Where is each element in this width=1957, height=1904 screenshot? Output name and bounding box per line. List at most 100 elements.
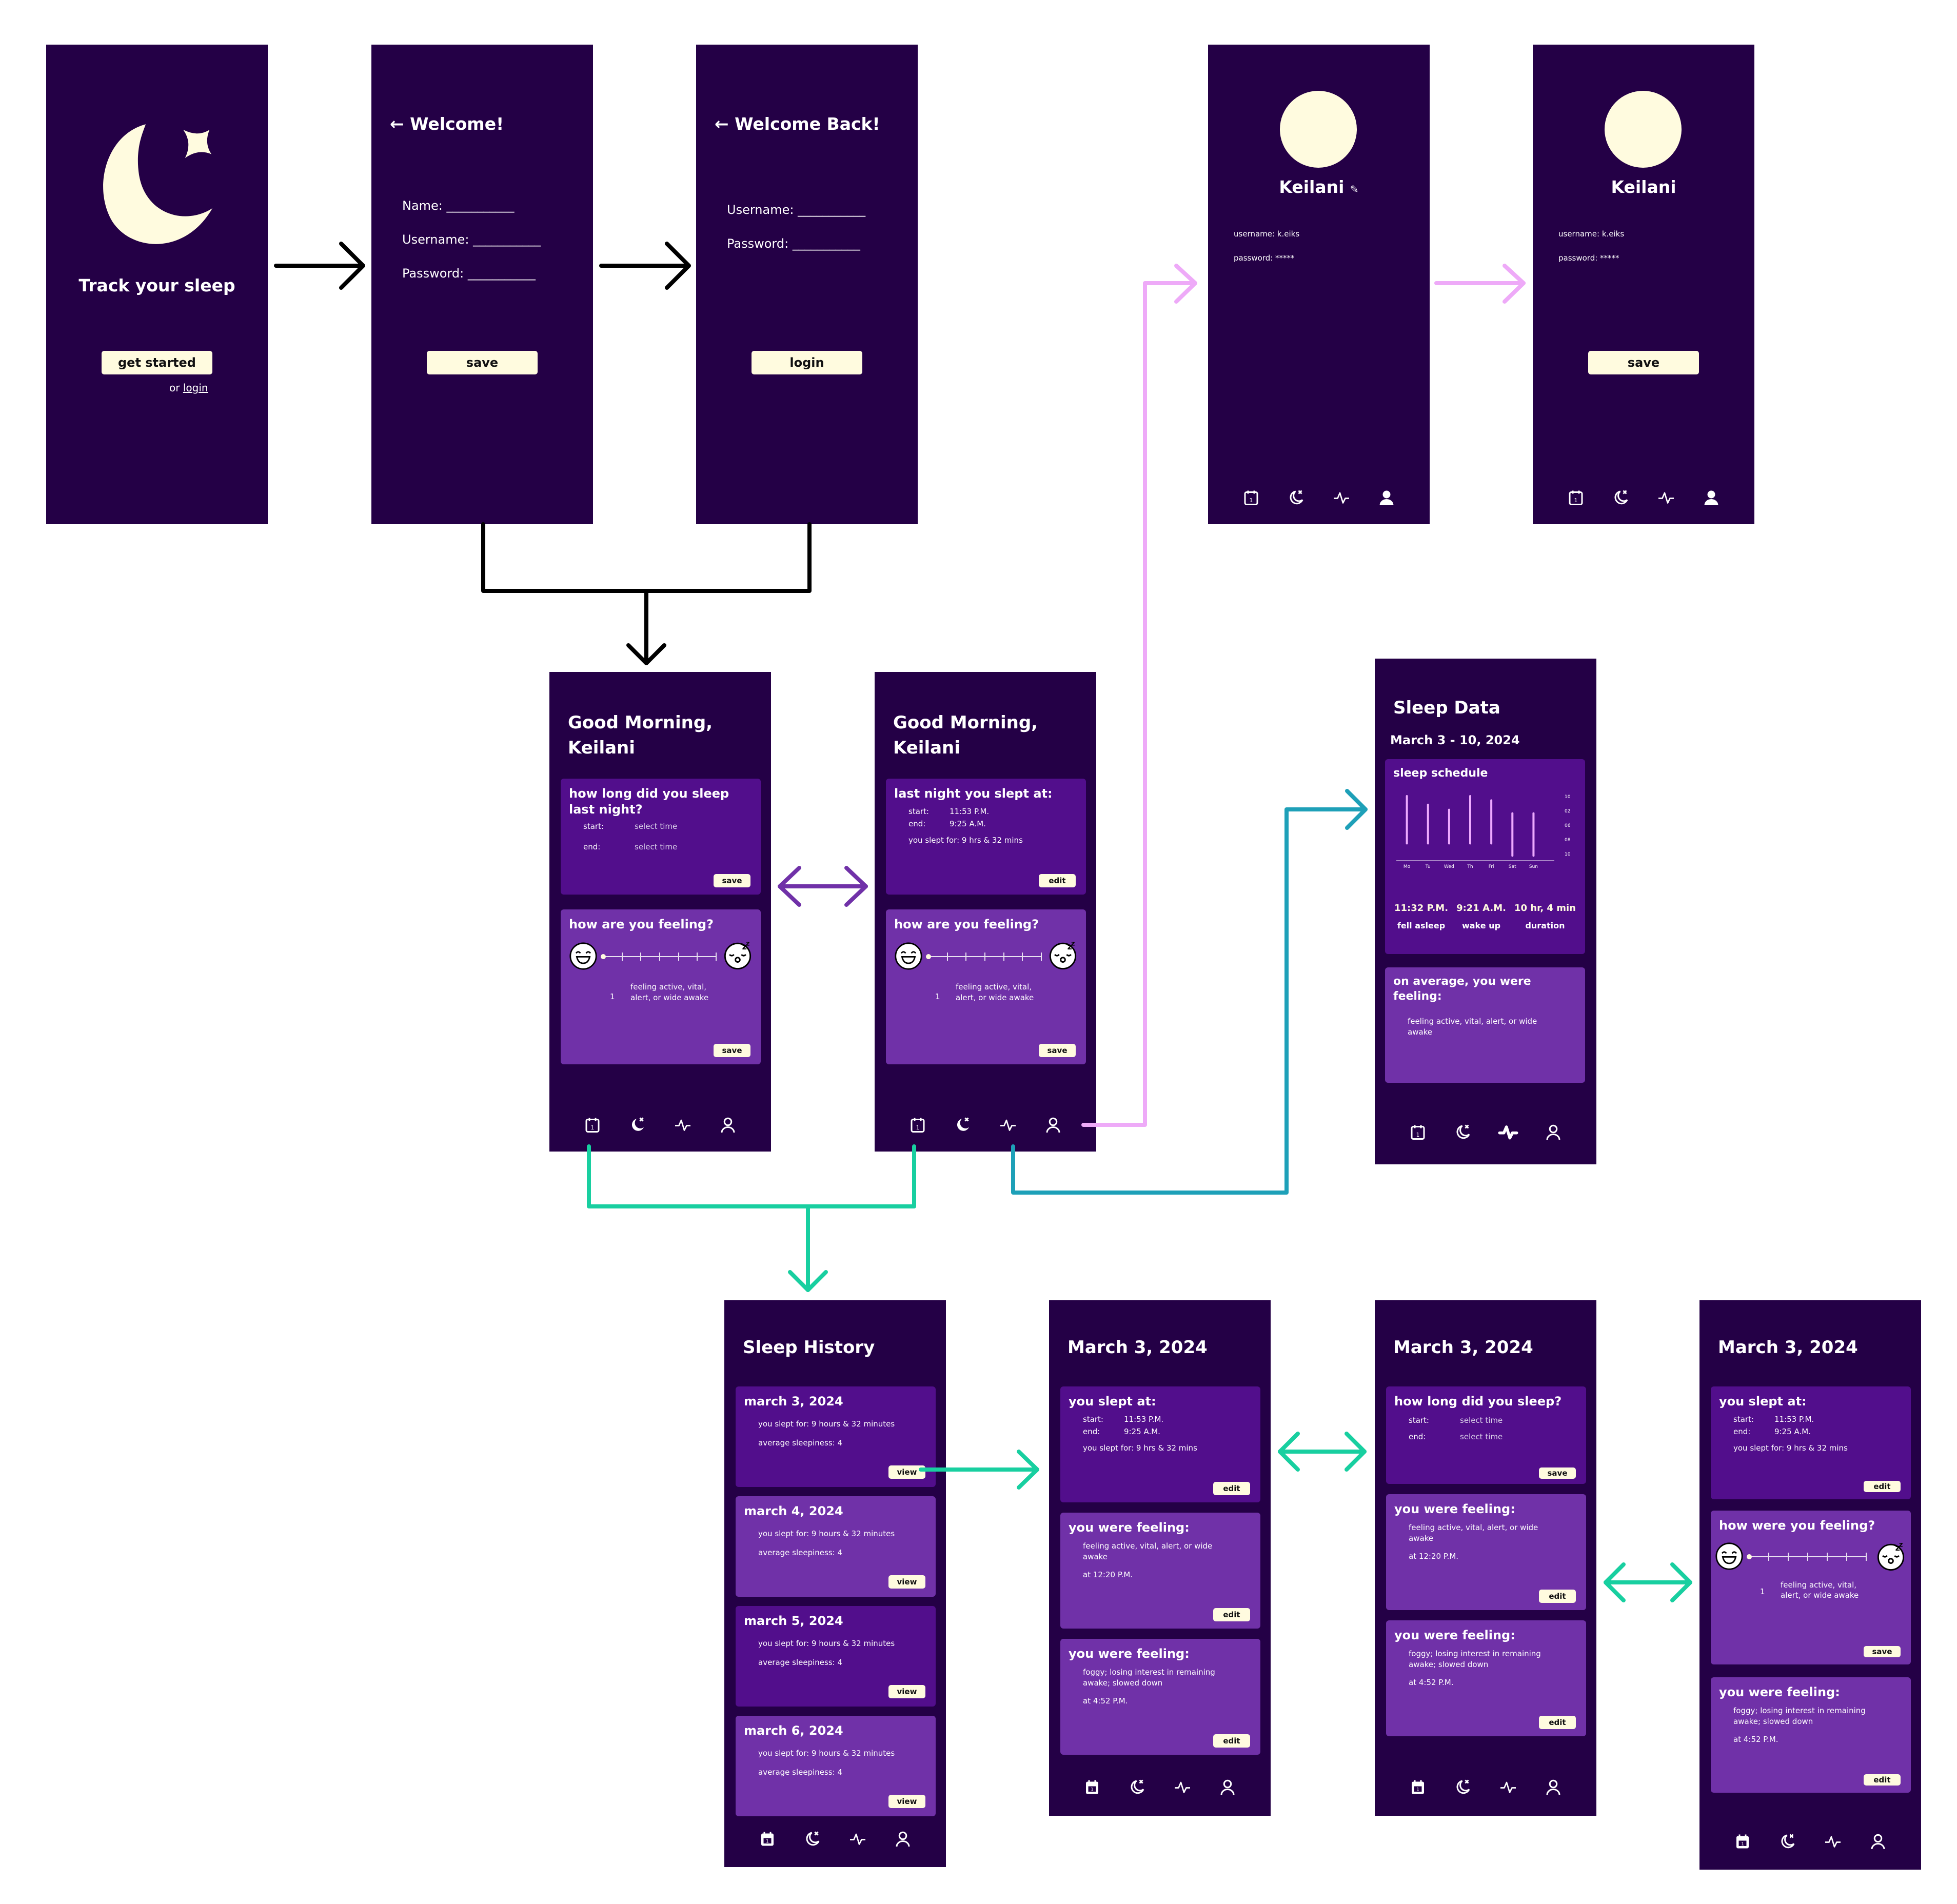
end-time-picker[interactable]: select time [635,842,677,851]
calendar-icon[interactable] [1732,1831,1753,1852]
scale-track[interactable] [928,953,1042,961]
scale-tick[interactable] [946,953,948,961]
end-time-picker[interactable]: select time [1460,1432,1503,1441]
calendar-icon[interactable] [907,1115,928,1135]
scale-tick[interactable] [965,953,967,961]
user-icon[interactable] [718,1115,738,1135]
date-range[interactable]: March 3 - 10, 2024 [1390,733,1520,747]
scale-tick[interactable] [1768,1553,1769,1561]
start-time-picker[interactable]: select time [635,822,677,831]
login-button[interactable]: login [752,351,862,374]
user-icon[interactable] [1217,1777,1238,1797]
username-input[interactable]: ___________ [798,203,865,217]
moon-star-icon[interactable] [1777,1831,1798,1852]
scale-tick[interactable] [1022,953,1023,961]
pulse-icon[interactable] [998,1115,1018,1135]
password-input[interactable]: ___________ [468,266,536,281]
user-icon[interactable] [1543,1122,1564,1142]
pulse-icon[interactable] [673,1115,693,1135]
save-button[interactable]: save [427,351,538,374]
scale-track[interactable] [603,953,717,961]
scale-tick[interactable] [984,953,985,961]
scale-tick[interactable] [697,953,698,961]
user-icon[interactable] [1868,1831,1888,1852]
profile-username[interactable]: username: k.eiks [1558,229,1624,239]
password-input[interactable]: ___________ [793,236,860,251]
moon-star-icon[interactable] [627,1115,648,1135]
view-button[interactable]: view [888,1685,925,1698]
sleepiness-scale[interactable] [1719,1540,1903,1576]
edit-button[interactable]: edit [1864,1481,1901,1492]
start-time-picker[interactable]: select time [1460,1416,1503,1425]
scale-tick[interactable] [640,953,642,961]
save-button[interactable]: save [1039,1044,1076,1057]
moon-star-icon[interactable] [1453,1777,1473,1797]
profile-name[interactable]: Keilani [1533,177,1754,197]
calendar-icon[interactable] [1566,487,1586,508]
pulse-icon[interactable] [1331,487,1352,508]
calendar-icon[interactable] [1082,1777,1102,1797]
back-arrow-icon[interactable]: ← [390,114,404,134]
username-input[interactable]: ___________ [473,232,541,247]
edit-button[interactable]: edit [1539,1716,1576,1729]
password-field[interactable]: Password: ___________ [727,236,860,251]
scale-tick[interactable] [659,953,660,961]
user-icon[interactable] [1701,487,1722,508]
edit-button[interactable]: edit [1213,1482,1250,1495]
scale-tick[interactable] [621,953,623,961]
edit-button[interactable]: edit [1213,1734,1250,1748]
scale-tick[interactable] [1041,953,1042,961]
user-icon[interactable] [1376,487,1397,508]
scale-track[interactable] [1749,1553,1867,1561]
edit-button[interactable]: edit [1864,1774,1901,1786]
save-button[interactable]: save [1864,1646,1901,1657]
scale-handle[interactable] [926,954,931,960]
get-started-button[interactable]: get started [102,351,212,374]
scale-tick[interactable] [678,953,679,961]
view-button[interactable]: view [888,1795,925,1808]
scale-handle[interactable] [1747,1554,1752,1560]
scale-tick[interactable] [1003,953,1004,961]
calendar-icon[interactable] [1408,1122,1428,1142]
scale-handle[interactable] [601,954,606,960]
pulse-icon[interactable] [847,1829,868,1849]
calendar-icon[interactable] [582,1115,603,1135]
sleepiness-scale[interactable] [569,939,753,975]
avatar[interactable] [1280,91,1357,168]
scale-tick[interactable] [1826,1553,1828,1561]
moon-star-icon[interactable] [1286,487,1307,508]
back-arrow-icon[interactable]: ← [715,114,729,134]
name-field[interactable]: Name: ___________ [402,199,515,213]
moon-star-icon[interactable] [802,1829,823,1849]
view-button[interactable]: view [888,1465,925,1479]
user-icon[interactable] [1043,1115,1063,1135]
moon-star-icon[interactable] [1611,487,1631,508]
moon-star-icon[interactable] [953,1115,973,1135]
calendar-icon[interactable] [1408,1777,1428,1797]
avatar[interactable] [1605,91,1682,168]
edit-button[interactable]: edit [1039,874,1076,887]
pulse-icon[interactable] [1656,487,1676,508]
pulse-icon[interactable] [1823,1831,1843,1852]
profile-password[interactable]: password: ***** [1558,253,1619,263]
save-button[interactable]: save [1539,1467,1576,1479]
password-field[interactable]: Password: ___________ [402,266,536,281]
edit-pencil-icon[interactable]: ✎ [1350,183,1359,195]
save-button[interactable]: save [1588,351,1699,374]
edit-button[interactable]: edit [1539,1590,1576,1603]
user-icon[interactable] [893,1829,913,1849]
scale-tick[interactable] [1807,1553,1808,1561]
moon-star-icon[interactable] [1127,1777,1148,1797]
username-field[interactable]: Username: ___________ [727,203,865,217]
scale-tick[interactable] [716,953,717,961]
pulse-icon[interactable] [1498,1777,1518,1797]
scale-tick[interactable] [1866,1553,1867,1561]
pulse-icon[interactable] [1172,1777,1193,1797]
name-input[interactable]: ___________ [447,199,515,213]
user-icon[interactable] [1543,1777,1564,1797]
sleepiness-scale[interactable] [894,939,1078,975]
calendar-icon[interactable] [1241,487,1261,508]
pulse-icon[interactable] [1498,1122,1518,1142]
username-field[interactable]: Username: ___________ [402,232,541,247]
calendar-icon[interactable] [757,1829,778,1849]
